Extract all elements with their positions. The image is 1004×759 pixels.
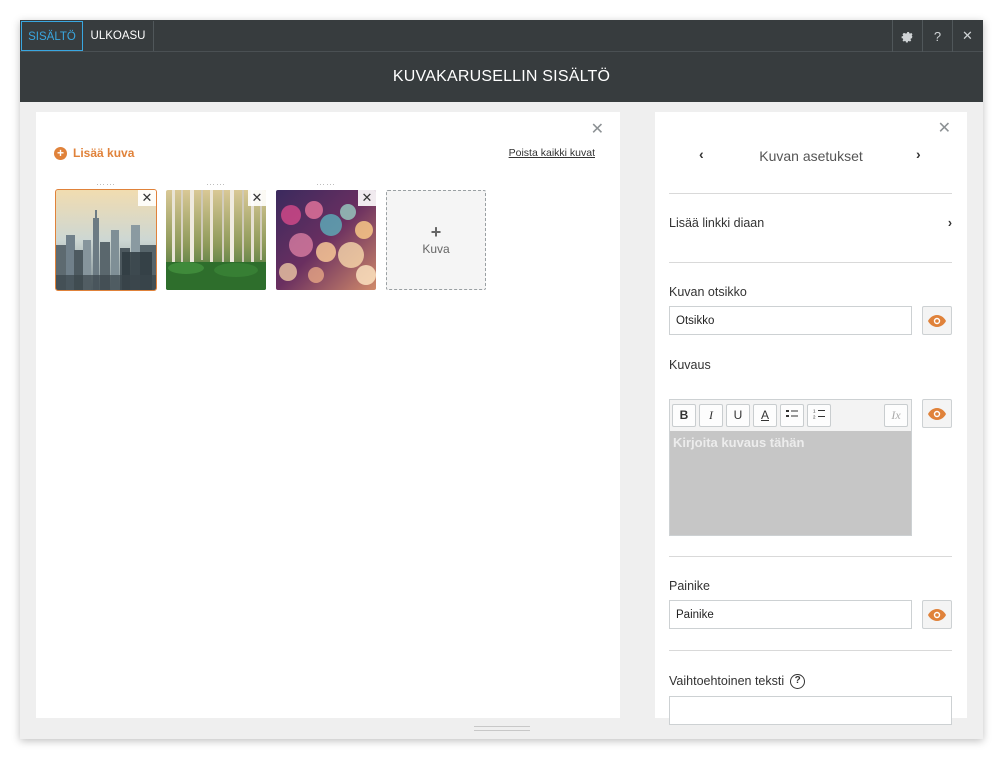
add-tile-label: Kuva xyxy=(422,242,450,256)
tab-content[interactable]: SISÄLTÖ xyxy=(21,21,83,51)
button-label: Painike xyxy=(669,579,710,593)
toggle-title-visibility-button[interactable] xyxy=(922,306,952,335)
top-tab-bar: SISÄLTÖ ULKOASU ? ✕ xyxy=(20,20,983,52)
page-title: KUVAKARUSELLIN SISÄLTÖ xyxy=(20,52,983,102)
toggle-description-visibility-button[interactable] xyxy=(922,399,952,428)
image-title-input[interactable] xyxy=(669,306,912,335)
add-slide-link-label: Lisää linkki diaan xyxy=(669,216,765,230)
image-title-label: Kuvan otsikko xyxy=(669,285,747,299)
plus-icon: + xyxy=(430,222,442,242)
button-text-input[interactable] xyxy=(669,600,912,629)
description-text-area[interactable]: Kirjoita kuvaus tähän xyxy=(670,431,911,535)
svg-text:2: 2 xyxy=(813,415,816,420)
image-thumbnail-bokeh[interactable]: ✕ xyxy=(276,190,376,290)
eye-icon xyxy=(928,407,946,420)
chevron-right-icon: › xyxy=(947,216,952,230)
tab-layout[interactable]: ULKOASU xyxy=(83,21,154,51)
add-image-tile[interactable]: + Kuva xyxy=(386,190,486,290)
close-window-button[interactable]: ✕ xyxy=(952,20,982,52)
underline-button[interactable]: U xyxy=(726,404,750,427)
description-label: Kuvaus xyxy=(669,358,711,372)
drag-handle-icon[interactable]: ⋯⋯ xyxy=(56,179,156,190)
eye-icon xyxy=(928,314,946,327)
divider xyxy=(669,262,952,263)
text-color-button[interactable]: A xyxy=(753,404,777,427)
close-icon[interactable]: ✕ xyxy=(591,122,604,138)
add-image-label: Lisää kuva xyxy=(73,146,135,160)
image-settings-panel: ✕ ‹ Kuvan asetukset › Lisää linkki diaan… xyxy=(655,112,967,725)
alt-text-input[interactable] xyxy=(669,696,952,725)
numbered-list-icon: 1 2 xyxy=(813,409,825,420)
gear-icon xyxy=(901,31,914,42)
drag-handle-icon[interactable]: ⋯⋯ xyxy=(276,179,376,190)
image-list-panel: ✕ + Lisää kuva Poista kaikki kuvat ⋯⋯ ⋯⋯… xyxy=(36,112,620,718)
close-icon[interactable]: ✕ xyxy=(938,121,951,137)
numbered-list-button[interactable]: 1 2 xyxy=(807,404,831,427)
bullet-list-icon xyxy=(786,410,798,417)
clear-format-button[interactable]: Ix xyxy=(884,404,908,427)
svg-text:1: 1 xyxy=(813,409,816,414)
divider xyxy=(669,650,952,651)
alt-text-label: Vaihtoehtoinen teksti? xyxy=(669,674,806,690)
settings-button[interactable] xyxy=(892,20,922,52)
help-icon[interactable]: ? xyxy=(790,674,806,690)
bold-button[interactable]: B xyxy=(672,404,696,427)
drag-handle-icon[interactable]: ⋯⋯ xyxy=(166,179,266,190)
image-thumbnail-city[interactable]: ✕ xyxy=(55,189,157,291)
add-image-button[interactable]: + Lisää kuva xyxy=(54,146,134,160)
remove-image-icon[interactable]: ✕ xyxy=(248,190,266,206)
close-icon: ✕ xyxy=(962,28,973,43)
resize-handle[interactable] xyxy=(474,726,530,731)
editor-toolbar: B I U A 1 2 Ix xyxy=(670,400,911,431)
italic-button[interactable]: I xyxy=(699,404,723,427)
help-icon: ? xyxy=(933,28,942,44)
divider xyxy=(669,556,952,557)
alt-text-label-text: Vaihtoehtoinen teksti xyxy=(669,674,785,688)
bullet-list-button[interactable] xyxy=(780,404,804,427)
image-thumbnail-forest[interactable]: ✕ xyxy=(166,190,266,290)
chevron-right-icon[interactable]: › xyxy=(916,146,921,162)
plus-circle-icon: + xyxy=(54,146,67,160)
help-button[interactable]: ? xyxy=(922,20,952,52)
remove-all-images-link[interactable]: Poista kaikki kuvat xyxy=(509,147,595,159)
description-editor: B I U A 1 2 Ix Kirjoita kuvaus tähän xyxy=(669,399,912,536)
settings-nav: ‹ Kuvan asetukset › xyxy=(655,146,967,168)
divider xyxy=(669,193,952,194)
remove-image-icon[interactable]: ✕ xyxy=(138,190,156,206)
remove-image-icon[interactable]: ✕ xyxy=(358,190,376,206)
eye-icon xyxy=(928,608,946,621)
toggle-button-visibility-button[interactable] xyxy=(922,600,952,629)
add-slide-link-row[interactable]: Lisää linkki diaan › xyxy=(669,216,952,234)
content-editor-window: SISÄLTÖ ULKOASU ? ✕ KUVAKARUSELLIN SISÄL… xyxy=(20,20,983,739)
